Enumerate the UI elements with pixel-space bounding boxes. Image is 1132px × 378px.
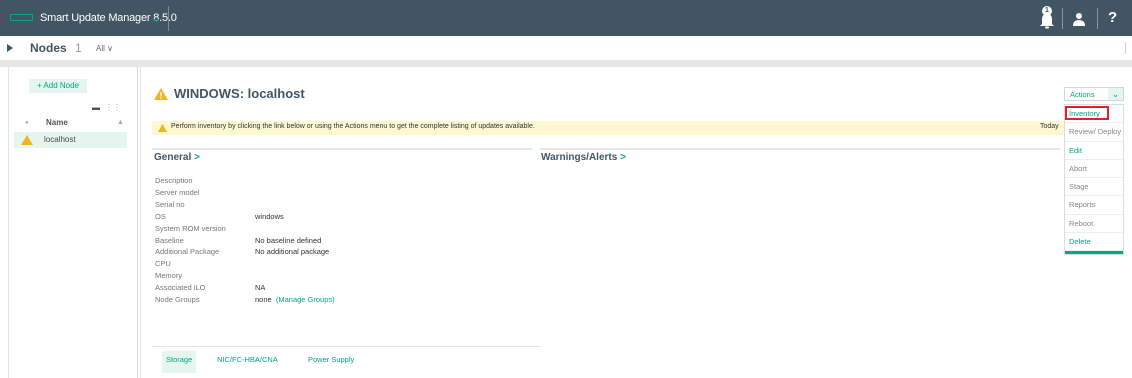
info-banner: Perform inventory by clicking the link b… (152, 121, 1072, 135)
property-value: none (Manage Groups) (255, 295, 335, 304)
node-name: localhost (44, 135, 76, 144)
banner-text: Perform inventory by clicking the link b… (171, 123, 535, 130)
menu-item-delete[interactable]: Delete (1065, 233, 1123, 252)
property-label: Additional Package (155, 247, 220, 257)
filter-dropdown[interactable]: All ∨ (96, 44, 113, 53)
expand-icon[interactable] (7, 44, 13, 52)
user-icon[interactable] (1072, 12, 1086, 26)
property-label: Description (155, 176, 193, 185)
property-label: Associated iLO (155, 283, 206, 293)
actions-label: Actions (1070, 90, 1095, 99)
property-label: System ROM version (155, 223, 226, 233)
general-heading-label: General (154, 152, 192, 163)
divider (140, 67, 141, 378)
node-title: WINDOWS: localhost (174, 86, 305, 101)
page-header: Nodes 1 All ∨ (0, 36, 1132, 61)
banner-date: Today (1040, 123, 1059, 130)
menu-item-inventory[interactable]: Inventory (1065, 105, 1123, 124)
actions-button[interactable]: Actions ⌄ (1064, 87, 1124, 101)
menu-accent-bar (1065, 251, 1123, 255)
property-value-text: No baseline defined (255, 235, 322, 245)
notification-badge: 1 (1042, 6, 1052, 16)
property-value: NA (255, 283, 265, 292)
tab-storage[interactable]: Storage (162, 351, 197, 373)
property-value-text: windows (255, 211, 284, 221)
menu-item-review-deploy[interactable]: Review/ Deploy (1065, 123, 1123, 142)
chevron-right-icon: > (620, 152, 626, 163)
list-item[interactable]: localhost (14, 132, 127, 148)
hpe-logo-icon (10, 14, 33, 21)
help-icon[interactable]: ? (1108, 9, 1117, 26)
node-count: 1 (75, 41, 82, 55)
separator-band (0, 61, 1132, 67)
property-label: OS (155, 211, 166, 221)
manage-groups-link[interactable]: (Manage Groups) (276, 295, 335, 304)
property-value: No additional package (255, 247, 329, 256)
grid-view-icon[interactable]: ▬ (92, 103, 100, 112)
node-list-panel: + Add Node ▬ ⋮⋮ ● Name ▲ localhost (8, 67, 138, 378)
chevron-down-icon[interactable]: ⌄ (1108, 88, 1123, 100)
add-node-button[interactable]: + Add Node (29, 79, 87, 93)
divider (1062, 8, 1063, 29)
property-value-text: No additional package (255, 247, 330, 257)
divider (152, 148, 532, 150)
chevron-down-icon[interactable]: ⌄ (151, 10, 162, 26)
tab-nic[interactable]: NIC/FC-HBA/CNA (217, 351, 278, 373)
tab-power-supply[interactable]: Power Supply (308, 351, 354, 373)
property-value: windows (255, 212, 284, 221)
warning-icon (154, 88, 168, 100)
property-value-text: NA (255, 283, 266, 293)
menu-item-abort[interactable]: Abort (1065, 160, 1123, 179)
warnings-heading[interactable]: Warnings/Alerts > (541, 152, 626, 163)
property-label: Baseline (155, 235, 184, 245)
property-label: Serial no (155, 199, 185, 209)
divider (152, 346, 540, 347)
list-view-icon[interactable]: ⋮⋮ (105, 103, 121, 112)
actions-menu: Inventory Review/ Deploy Edit Abort Stag… (1064, 104, 1124, 256)
chevron-right-icon: > (194, 152, 200, 163)
menu-item-stage[interactable]: Stage (1065, 178, 1123, 197)
property-value-text: none (255, 295, 272, 304)
divider (1097, 8, 1098, 29)
sort-icon[interactable]: ▲ (117, 119, 124, 126)
property-value: No baseline defined (255, 236, 321, 245)
name-column-header[interactable]: Name (46, 118, 68, 127)
panel-edge (1125, 42, 1132, 54)
page-title: Nodes (30, 41, 67, 55)
divider (540, 148, 1060, 150)
property-label: Node Groups (155, 295, 200, 304)
warning-icon (158, 124, 167, 132)
menu-item-reports[interactable]: Reports (1065, 196, 1123, 215)
top-bar: Smart Update Manager 8.5.0 ⌄ 1 ? (0, 0, 1132, 36)
property-label: CPU (155, 259, 171, 269)
general-heading[interactable]: General > (154, 152, 200, 163)
warning-icon (21, 135, 33, 145)
status-column-icon: ● (25, 120, 29, 126)
menu-item-edit[interactable]: Edit (1065, 142, 1123, 160)
property-label: Memory (155, 271, 183, 281)
divider (168, 6, 169, 31)
warnings-heading-label: Warnings/Alerts (541, 152, 618, 163)
menu-item-reboot[interactable]: Reboot (1065, 215, 1123, 234)
property-label: Server model (155, 187, 200, 197)
